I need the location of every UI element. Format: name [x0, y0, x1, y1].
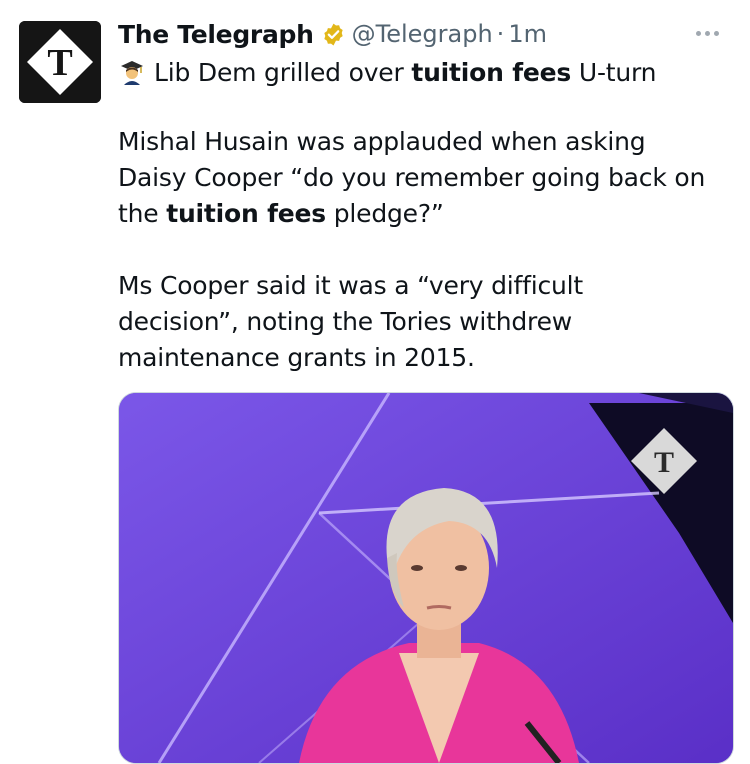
telegraph-logo-icon: T — [19, 21, 101, 103]
author-handle[interactable]: @Telegraph — [352, 20, 493, 48]
bold-text: tuition fees — [411, 58, 572, 87]
verified-badge-icon — [323, 23, 343, 45]
svg-text:T: T — [47, 42, 72, 84]
timestamp[interactable]: 1m — [508, 20, 547, 48]
author-name[interactable]: The Telegraph — [118, 20, 314, 49]
tweet-paragraph-3: Ms Cooper said it was a “very difficult … — [118, 271, 584, 372]
student-emoji-icon — [121, 61, 143, 85]
separator-dot: · — [496, 20, 505, 48]
tweet-header: The Telegraph @Telegraph · 1m — [118, 17, 547, 51]
profile-avatar[interactable]: T — [19, 21, 101, 103]
more-icon[interactable] — [694, 18, 721, 48]
tweet-paragraph-2: Mishal Husain was applauded when asking … — [118, 127, 706, 228]
svg-text:T: T — [654, 446, 674, 479]
tweet-image[interactable]: T — [118, 392, 734, 764]
tweet-headline: Lib Dem grilled over tuition fees U-turn — [118, 55, 657, 91]
